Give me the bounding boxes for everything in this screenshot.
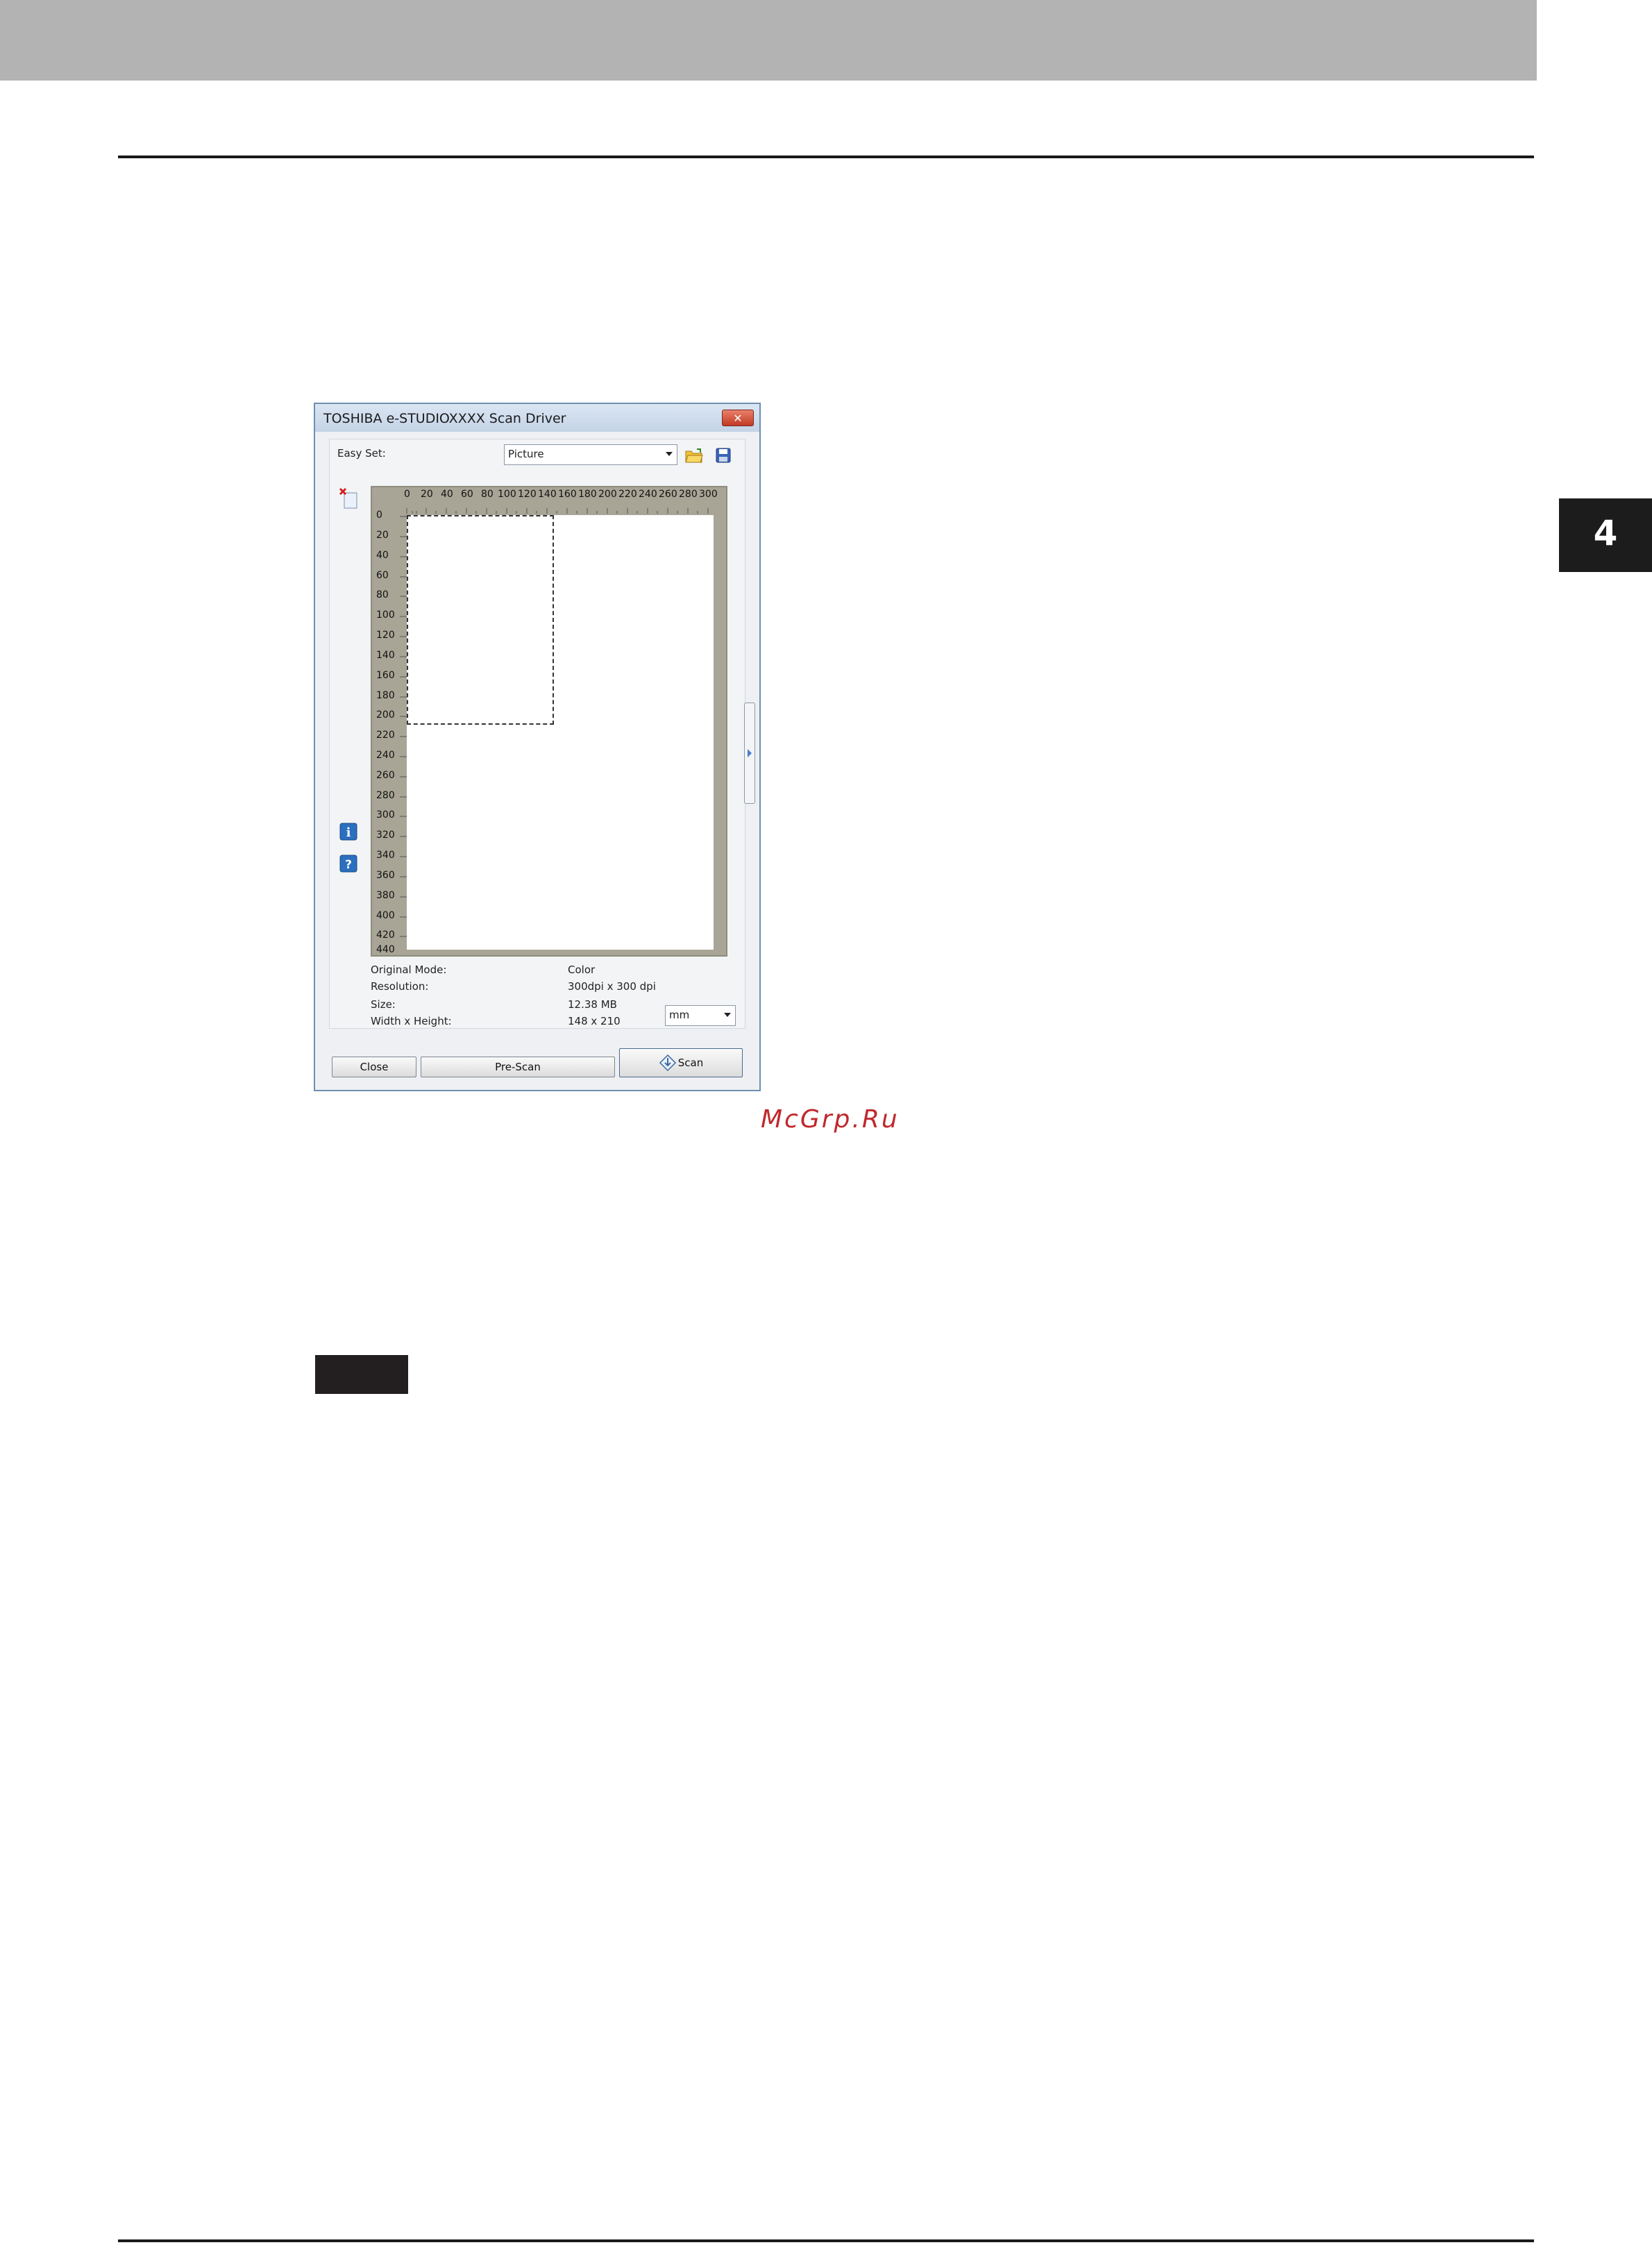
ruler-left-420: 420: [376, 930, 395, 941]
chevron-right-icon: [748, 749, 752, 757]
save-template-button[interactable]: [714, 446, 733, 465]
ruler-left-400: 400: [376, 910, 395, 921]
close-button[interactable]: Close: [332, 1057, 416, 1077]
svg-text:i: i: [346, 825, 351, 840]
delete-page-icon: [339, 487, 357, 509]
chevron-down-icon: [724, 1013, 731, 1017]
ruler-left-0: 0: [376, 510, 382, 521]
header-rule: [118, 155, 1534, 158]
easy-set-dropdown[interactable]: Picture: [504, 444, 677, 465]
footer-rule: [118, 2239, 1534, 2242]
expand-panel-handle[interactable]: [744, 703, 755, 804]
ruler-top-20: 20: [421, 489, 433, 500]
window-title: TOSHIBA e-STUDIOXXXX Scan Driver: [323, 411, 566, 426]
watermark-text: McGrp.Ru: [761, 1105, 900, 1134]
resolution-label: Resolution:: [371, 980, 429, 993]
ruler-top-140: 140: [538, 489, 557, 500]
save-disk-icon: [716, 448, 731, 463]
unit-dropdown[interactable]: mm: [665, 1005, 736, 1026]
chapter-tab-underline: [1559, 568, 1652, 572]
header-bar: [0, 0, 1537, 81]
ruler-top-260: 260: [659, 489, 677, 500]
ruler-left-20: 20: [376, 530, 389, 541]
ruler-left-280: 280: [376, 790, 395, 801]
ruler-top-240: 240: [639, 489, 657, 500]
ruler-top-0: 0: [404, 489, 410, 500]
ruler-left-220: 220: [376, 730, 395, 741]
ruler-left-360: 360: [376, 870, 395, 881]
original-mode-value: Color: [568, 964, 596, 976]
ruler-left-440: 440: [376, 944, 395, 955]
ruler-left-380: 380: [376, 890, 395, 901]
open-folder-icon: [685, 448, 703, 463]
open-template-button[interactable]: [684, 446, 704, 465]
width-height-value: 148 x 210: [568, 1015, 621, 1027]
close-icon: ✕: [733, 411, 743, 425]
ruler-left-160: 160: [376, 670, 395, 681]
original-mode-label: Original Mode:: [371, 964, 447, 976]
ruler-top-300: 300: [699, 489, 718, 500]
ruler-left-200: 200: [376, 709, 395, 721]
easy-set-value: Picture: [508, 448, 544, 460]
ruler-top-80: 80: [481, 489, 494, 500]
size-label: Size:: [371, 998, 396, 1011]
size-value: 12.38 MB: [568, 998, 617, 1011]
ruler-left-300: 300: [376, 809, 395, 821]
ruler-left-60: 60: [376, 570, 389, 581]
ruler-left-180: 180: [376, 690, 395, 701]
ruler-top-180: 180: [578, 489, 597, 500]
ruler-left-320: 320: [376, 830, 395, 841]
easy-set-label: Easy Set:: [337, 447, 386, 460]
ruler-left-240: 240: [376, 750, 395, 761]
ruler-top-200: 200: [598, 489, 617, 500]
scan-label: Scan: [677, 1057, 704, 1069]
chapter-tab: 4: [1559, 498, 1652, 568]
prescan-button[interactable]: Pre-Scan: [421, 1057, 615, 1077]
ruler-left-40: 40: [376, 550, 389, 561]
chevron-down-icon: [666, 452, 673, 456]
ruler-top-160: 160: [558, 489, 577, 500]
scan-icon: [659, 1054, 676, 1072]
ruler-left-260: 260: [376, 770, 395, 781]
width-height-label: Width x Height:: [371, 1015, 452, 1027]
help-icon: ?: [339, 855, 357, 873]
info-button[interactable]: i: [339, 822, 358, 841]
ruler-top-220: 220: [618, 489, 637, 500]
ruler-left-120: 120: [376, 630, 395, 641]
window-close-button[interactable]: ✕: [722, 410, 754, 426]
help-button[interactable]: ?: [339, 854, 358, 873]
delete-page-button[interactable]: [339, 487, 358, 509]
ruler-top-120: 120: [518, 489, 537, 500]
ruler-left-80: 80: [376, 589, 389, 600]
scan-area-selection[interactable]: [407, 515, 554, 725]
svg-text:?: ?: [345, 858, 352, 872]
ruler-left-140: 140: [376, 650, 395, 661]
unit-value: mm: [669, 1009, 690, 1021]
ruler-top-280: 280: [679, 489, 698, 500]
info-icon: i: [339, 823, 357, 841]
scan-button[interactable]: Scan: [619, 1048, 743, 1077]
ruler-left-100: 100: [376, 609, 395, 621]
ruler-top-40: 40: [441, 489, 453, 500]
resolution-value: 300dpi x 300 dpi: [568, 980, 656, 993]
note-badge: [315, 1355, 408, 1394]
ruler-left-340: 340: [376, 850, 395, 861]
ruler-top-60: 60: [461, 489, 473, 500]
ruler-top-100: 100: [498, 489, 516, 500]
title-bar: TOSHIBA e-STUDIOXXXX Scan Driver ✕: [315, 404, 759, 432]
